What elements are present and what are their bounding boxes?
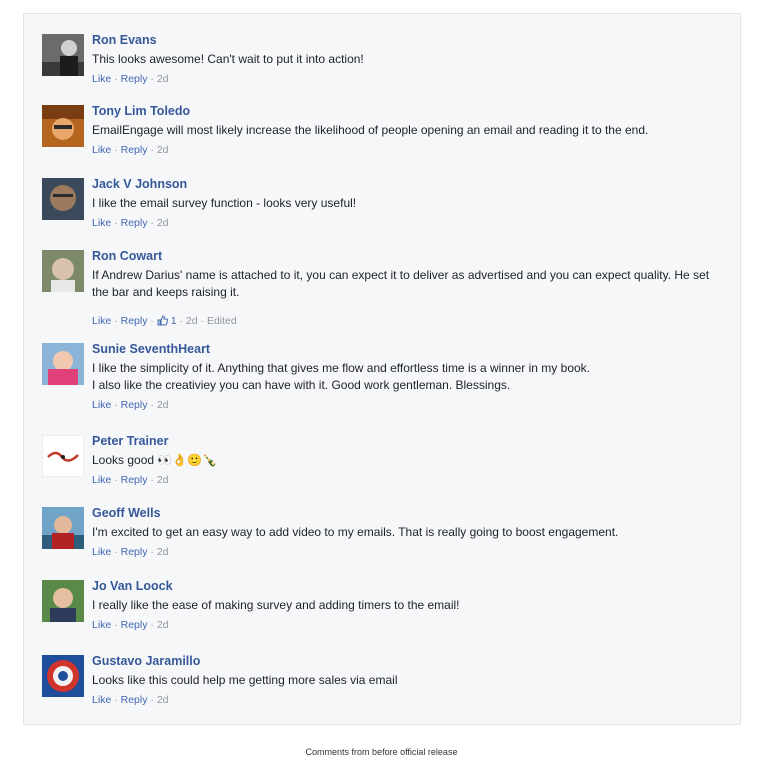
reply-link[interactable]: Reply [121,315,148,327]
comment-text: I like the email survey function - looks… [92,196,357,210]
like-link[interactable]: Like [92,546,111,558]
timestamp[interactable]: 2d [157,217,169,229]
timestamp[interactable]: 2d [157,144,169,156]
timestamp[interactable]: 2d [157,474,169,486]
reaction-count[interactable]: 1 [157,315,177,327]
comment-actions: Like · Reply · 2d [92,144,169,156]
author-name[interactable]: Ron Cowart [92,248,732,264]
comment-text: EmailEngage will most likely increase th… [92,123,649,137]
reply-link[interactable]: Reply [121,694,148,706]
comment-text: I really like the ease of making survey … [92,598,460,612]
comment-text: If Andrew Darius' name is attached to it… [92,268,710,299]
like-link[interactable]: Like [92,73,111,85]
author-name[interactable]: Tony Lim Toledo [92,103,732,119]
timestamp[interactable]: 2d [157,619,169,631]
comment-text: I'm excited to get an easy way to add vi… [92,525,619,539]
timestamp[interactable]: 2d [186,315,198,327]
like-link[interactable]: Like [92,399,111,411]
like-link[interactable]: Like [92,217,111,229]
comment-actions: Like · Reply · 2d [92,217,169,229]
comment-text: I like the simplicity of it. Anything th… [92,361,590,392]
timestamp[interactable]: 2d [157,694,169,706]
reply-link[interactable]: Reply [121,546,148,558]
avatar[interactable] [42,580,84,622]
emoji-reactions: 👀👌🙂🍾 [157,453,218,467]
avatar[interactable] [42,507,84,549]
avatar[interactable] [42,655,84,697]
reply-link[interactable]: Reply [121,399,148,411]
like-link[interactable]: Like [92,694,111,706]
comment-actions: Like · Reply · 1 · 2d · Edited [92,315,237,327]
author-name[interactable]: Ron Evans [92,32,732,48]
author-name[interactable]: Peter Trainer [92,433,732,449]
author-name[interactable]: Gustavo Jaramillo [92,653,732,669]
comment-actions: Like · Reply · 2d [92,546,169,558]
avatar[interactable] [42,250,84,292]
reply-link[interactable]: Reply [121,619,148,631]
like-link[interactable]: Like [92,619,111,631]
reply-link[interactable]: Reply [121,474,148,486]
comment-text: This looks awesome! Can't wait to put it… [92,52,364,66]
comment-actions: Like · Reply · 2d [92,619,169,631]
like-link[interactable]: Like [92,144,111,156]
avatar[interactable] [42,435,84,477]
timestamp[interactable]: 2d [157,73,169,85]
avatar[interactable] [42,343,84,385]
comment-actions: Like · Reply · 2d [92,73,169,85]
edited-label[interactable]: Edited [207,315,237,327]
like-link[interactable]: Like [92,474,111,486]
thumbs-up-icon [157,315,168,326]
reply-link[interactable]: Reply [121,73,148,85]
author-name[interactable]: Geoff Wells [92,505,732,521]
comment-text: Looks like this could help me getting mo… [92,673,398,687]
comment-actions: Like · Reply · 2d [92,399,169,411]
comments-panel: Ron Evans This looks awesome! Can't wait… [23,13,741,725]
author-name[interactable]: Jack V Johnson [92,176,732,192]
avatar[interactable] [42,178,84,220]
reply-link[interactable]: Reply [121,217,148,229]
author-name[interactable]: Sunie SeventhHeart [92,341,732,357]
avatar[interactable] [42,34,84,76]
image-caption: Comments from before official release [305,747,458,757]
comment-actions: Like · Reply · 2d [92,694,169,706]
reply-link[interactable]: Reply [121,144,148,156]
comment-text: Looks good 👀👌🙂🍾 [92,453,218,467]
comment-actions: Like · Reply · 2d [92,474,169,486]
like-link[interactable]: Like [92,315,111,327]
avatar[interactable] [42,105,84,147]
timestamp[interactable]: 2d [157,546,169,558]
timestamp[interactable]: 2d [157,399,169,411]
author-name[interactable]: Jo Van Loock [92,578,732,594]
